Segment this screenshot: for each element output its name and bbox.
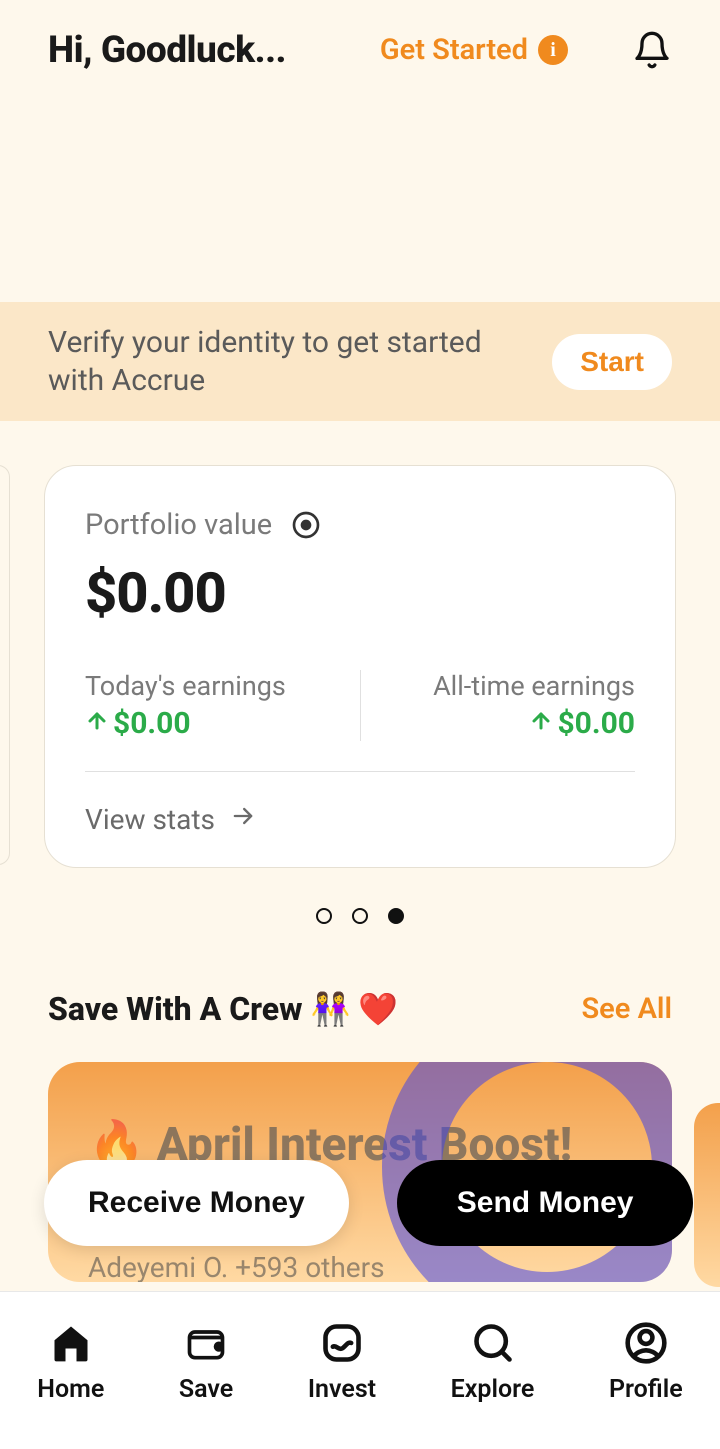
home-icon xyxy=(47,1319,95,1367)
view-stats-label: View stats xyxy=(85,803,215,836)
profile-icon xyxy=(622,1319,670,1367)
today-earnings-label: Today's earnings xyxy=(85,670,336,702)
today-earnings-value: $0.00 xyxy=(113,706,191,741)
nav-save[interactable]: Save xyxy=(179,1319,233,1404)
nav-label: Invest xyxy=(308,1375,376,1404)
visibility-toggle-icon[interactable] xyxy=(290,509,322,541)
alltime-earnings-label: All-time earnings xyxy=(385,670,636,702)
nav-invest[interactable]: Invest xyxy=(308,1319,376,1404)
nav-label: Explore xyxy=(451,1375,535,1404)
verify-message: Verify your identity to get started with… xyxy=(48,324,532,399)
nav-label: Save xyxy=(179,1375,233,1404)
invest-icon xyxy=(318,1319,366,1367)
receive-money-button[interactable]: Receive Money xyxy=(44,1160,349,1246)
carousel-prev-peek[interactable] xyxy=(0,465,10,865)
greeting-title: Hi, Goodluck... xyxy=(48,29,286,72)
get-started-label: Get Started xyxy=(380,33,528,67)
bottom-nav: Home Save Invest Explore Profile xyxy=(0,1291,720,1449)
carousel-dots[interactable] xyxy=(0,908,720,924)
view-stats-link[interactable]: View stats xyxy=(85,802,635,837)
nav-label: Home xyxy=(37,1375,104,1404)
carousel-dot[interactable] xyxy=(316,908,332,924)
portfolio-card[interactable]: Portfolio value $0.00 Today's earnings $… xyxy=(44,465,676,868)
carousel-dot-active[interactable] xyxy=(388,908,404,924)
send-money-button[interactable]: Send Money xyxy=(397,1160,694,1246)
crew-next-peek[interactable] xyxy=(694,1103,720,1287)
arrow-up-icon xyxy=(85,706,109,741)
divider xyxy=(85,771,635,772)
info-icon: i xyxy=(538,35,568,65)
carousel-dot[interactable] xyxy=(352,908,368,924)
divider xyxy=(360,670,361,741)
portfolio-value-label: Portfolio value xyxy=(85,508,272,542)
verify-banner: Verify your identity to get started with… xyxy=(0,302,720,421)
wallet-icon xyxy=(182,1319,230,1367)
nav-home[interactable]: Home xyxy=(37,1319,104,1404)
alltime-earnings-value: $0.00 xyxy=(557,706,635,741)
arrow-right-icon xyxy=(229,802,257,837)
nav-profile[interactable]: Profile xyxy=(609,1319,683,1404)
search-icon xyxy=(469,1319,517,1367)
arrow-up-icon xyxy=(529,706,553,741)
crew-section-title: Save With A Crew 👭 ❤️ xyxy=(48,990,398,1028)
nav-label: Profile xyxy=(609,1375,683,1404)
get-started-link[interactable]: Get Started i xyxy=(380,33,568,67)
bell-icon[interactable] xyxy=(632,28,672,72)
nav-explore[interactable]: Explore xyxy=(451,1319,535,1404)
see-all-link[interactable]: See All xyxy=(581,992,672,1026)
start-button[interactable]: Start xyxy=(552,334,672,390)
portfolio-value: $0.00 xyxy=(85,560,635,626)
